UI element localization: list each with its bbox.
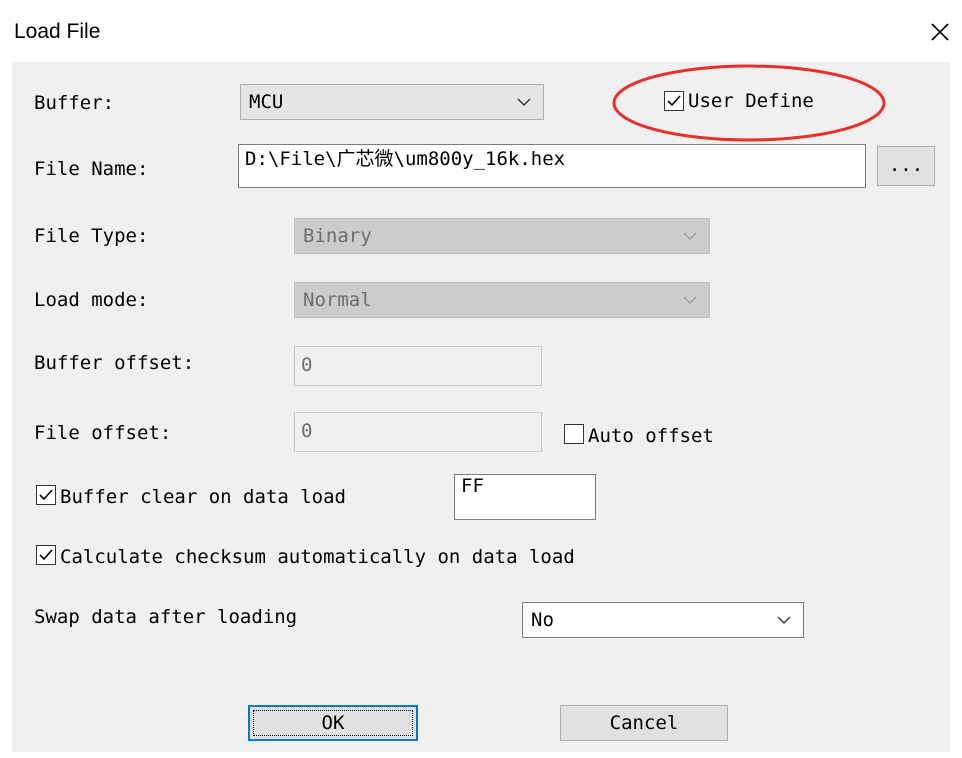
fill-value-input[interactable]: FF xyxy=(454,474,596,520)
chevron-down-icon xyxy=(777,616,791,624)
buffer-offset-label: Buffer offset: xyxy=(34,352,195,374)
ok-button[interactable]: OK xyxy=(248,705,418,741)
load-mode-label: Load mode: xyxy=(34,289,149,311)
load-mode-select[interactable]: Normal xyxy=(294,282,710,318)
fill-value: FF xyxy=(461,475,484,497)
file-offset-input[interactable]: 0 xyxy=(294,412,542,452)
cancel-button[interactable]: Cancel xyxy=(560,705,728,741)
file-name-label: File Name: xyxy=(34,158,149,180)
annotation-circle xyxy=(612,64,886,142)
file-name-value: D:\File\广芯微\um800y_16k.hex xyxy=(245,148,566,170)
file-offset-label: File offset: xyxy=(34,422,172,444)
checkmark-icon xyxy=(39,549,53,561)
buffer-offset-value: 0 xyxy=(301,354,313,376)
close-icon[interactable] xyxy=(926,18,954,46)
buffer-offset-input[interactable]: 0 xyxy=(294,346,542,386)
buffer-select-value: MCU xyxy=(249,91,284,113)
browse-button[interactable]: ... xyxy=(877,146,935,186)
chevron-down-icon xyxy=(683,232,697,240)
file-type-value: Binary xyxy=(303,225,372,247)
load-mode-value: Normal xyxy=(303,289,372,311)
focus-rectangle xyxy=(253,710,413,736)
buffer-clear-checkbox[interactable] xyxy=(36,485,56,505)
swap-select-value: No xyxy=(531,609,554,631)
file-offset-value: 0 xyxy=(301,420,313,442)
file-type-label: File Type: xyxy=(34,225,149,247)
buffer-clear-label[interactable]: Buffer clear on data load xyxy=(60,486,346,508)
swap-select[interactable]: No xyxy=(522,602,804,638)
file-name-input[interactable]: D:\File\广芯微\um800y_16k.hex xyxy=(238,144,866,188)
window-title: Load File xyxy=(14,20,101,43)
auto-offset-label[interactable]: Auto offset xyxy=(588,425,714,447)
chevron-down-icon xyxy=(683,296,697,304)
title-bar: Load File xyxy=(0,0,962,62)
buffer-select[interactable]: MCU xyxy=(240,84,544,120)
checksum-label[interactable]: Calculate checksum automatically on data… xyxy=(60,546,575,568)
checkmark-icon xyxy=(39,489,53,501)
swap-label: Swap data after loading xyxy=(34,606,298,628)
auto-offset-checkbox[interactable] xyxy=(564,424,584,444)
cancel-label: Cancel xyxy=(609,712,679,734)
chevron-down-icon xyxy=(517,98,531,106)
buffer-label: Buffer: xyxy=(34,92,115,114)
file-type-select[interactable]: Binary xyxy=(294,218,710,254)
checksum-checkbox[interactable] xyxy=(36,545,56,565)
